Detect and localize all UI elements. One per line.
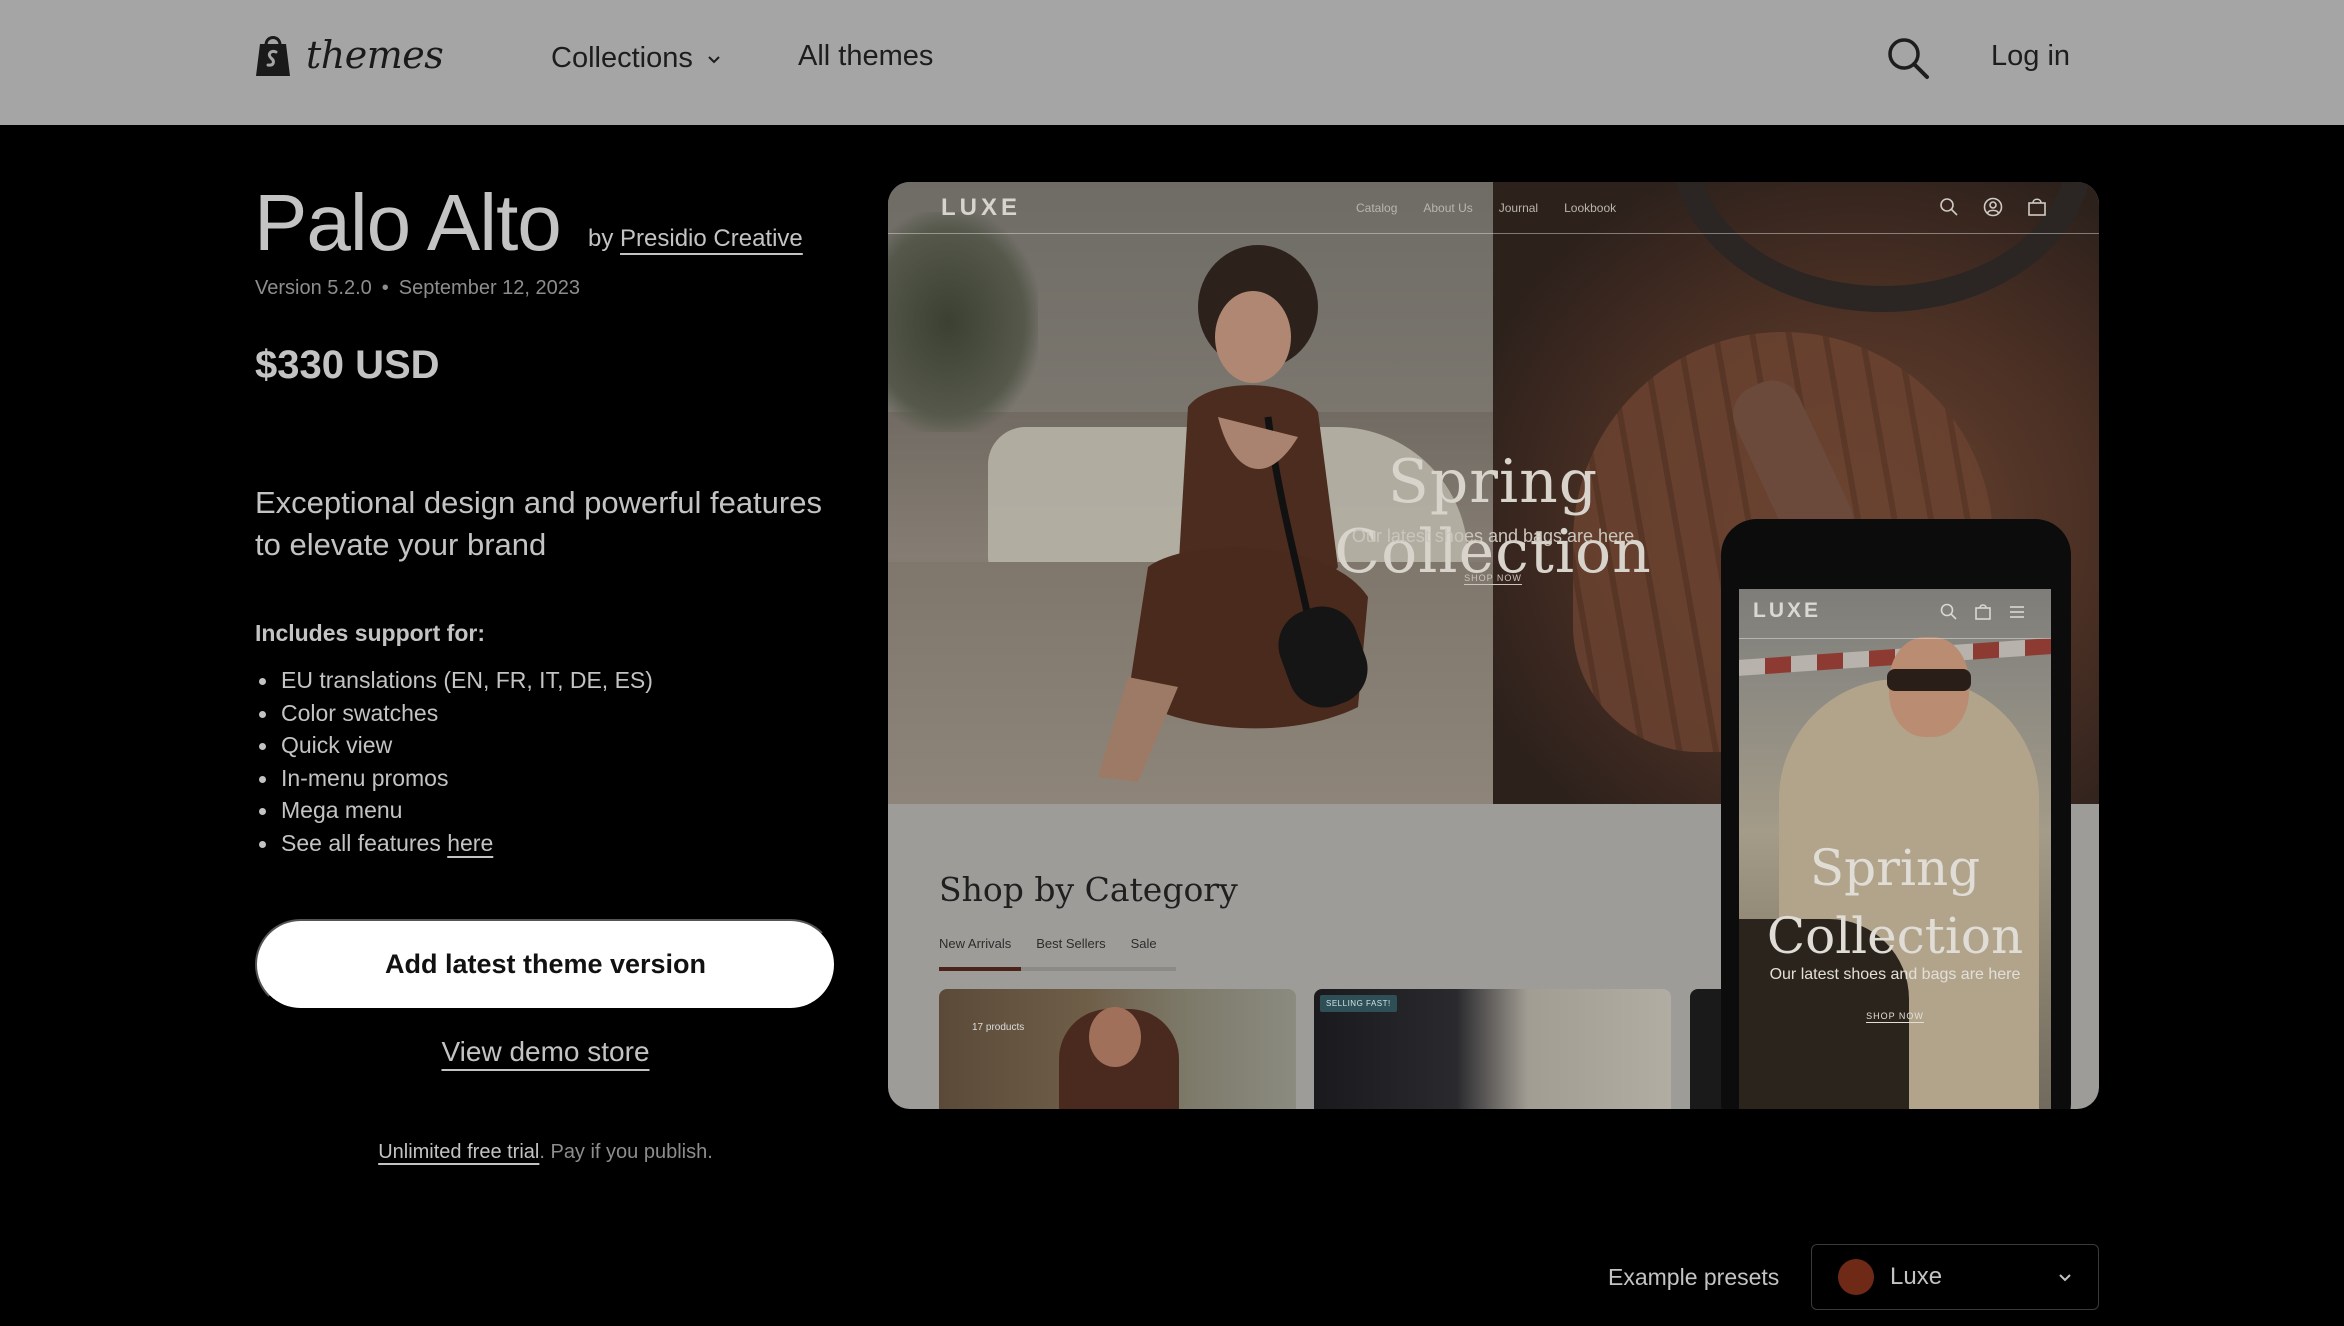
theme-title: Palo Alto <box>254 178 562 267</box>
preview-shop-now-link: SHOP NOW <box>1464 573 1522 585</box>
example-presets-label: Example presets <box>1608 1264 1780 1290</box>
preview-category-tabs: New Arrivals Best Sellers Sale <box>939 936 1157 951</box>
preview-tab: Best Sellers <box>1036 936 1106 951</box>
shopify-bag-icon <box>256 36 290 76</box>
all-themes-link[interactable]: All themes <box>798 40 933 73</box>
selling-fast-badge: SELLING FAST! <box>1320 995 1397 1012</box>
account-icon <box>1983 197 2003 217</box>
see-all-features-link[interactable]: here <box>447 830 493 856</box>
preview-header: LUXE Catalog About Us Journal Lookbook <box>888 182 2099 234</box>
chevron-down-icon <box>2059 1274 2071 1282</box>
preview-card-label: 17 products <box>972 1022 1025 1033</box>
search-icon[interactable] <box>1886 36 1930 80</box>
author-link[interactable]: Presidio Creative <box>620 225 803 252</box>
preview-menu-item: Catalog <box>1356 201 1398 215</box>
preview-tab: Sale <box>1130 936 1157 951</box>
preview-logo: LUXE <box>941 194 1022 221</box>
by-label: by <box>588 225 614 252</box>
search-icon <box>1940 198 1958 216</box>
preview-tab: New Arrivals <box>939 936 1012 951</box>
preview-category-card: 17 products <box>939 989 1296 1109</box>
support-heading: Includes support for: <box>255 620 485 646</box>
preset-color-swatch <box>1838 1259 1874 1295</box>
view-demo-store-link[interactable]: View demo store <box>441 1036 649 1067</box>
preview-section-title: Shop by Category <box>939 870 1238 909</box>
preview-hero-title: Spring Collection <box>1334 447 1652 587</box>
preset-dropdown[interactable]: Luxe <box>1811 1244 2099 1310</box>
theme-price: $330 USD <box>255 343 440 387</box>
hamburger-menu-icon <box>2010 606 2024 618</box>
feature-item: Quick view <box>255 729 653 762</box>
mobile-hero-title: Spring Collection <box>1739 834 2051 970</box>
collections-menu[interactable]: Collections <box>551 42 723 75</box>
trial-note: Unlimited free trial. Pay if you publish… <box>255 1141 836 1164</box>
theme-preview: LUXE Catalog About Us Journal Lookbook S… <box>888 182 2099 1109</box>
trial-note-text: . Pay if you publish. <box>539 1141 713 1163</box>
feature-item-see-all: See all features here <box>255 827 653 860</box>
mobile-preview: LUXE Spring Collection Our latest shoes … <box>1721 519 2071 1109</box>
free-trial-link[interactable]: Unlimited free trial <box>378 1141 539 1163</box>
version-number: Version 5.2.0 <box>255 277 372 299</box>
preview-header-icons <box>1938 196 2048 218</box>
preview-menu-item: Lookbook <box>1564 201 1617 215</box>
feature-list: EU translations (EN, FR, IT, DE, ES) Col… <box>255 664 653 859</box>
feature-item: Mega menu <box>255 794 653 827</box>
preview-hero-cta: SHOP NOW <box>1238 573 1748 585</box>
release-date: September 12, 2023 <box>398 277 581 299</box>
preview-menu-item: About Us <box>1423 201 1473 215</box>
chevron-down-icon <box>708 55 720 63</box>
see-all-text: See all features <box>281 829 448 856</box>
add-theme-button[interactable]: Add latest theme version <box>255 919 836 1010</box>
logo-text: themes <box>306 33 444 77</box>
preset-selected-value: Luxe <box>1890 1263 1943 1290</box>
cart-icon <box>2028 198 2046 216</box>
preview-category-card: SELLING FAST! <box>1314 989 1671 1109</box>
preview-menu-item: Journal <box>1498 201 1539 215</box>
mobile-header: LUXE <box>1739 589 2051 639</box>
mobile-title-line: Spring <box>1809 839 1981 897</box>
demo-link-wrapper: View demo store <box>255 1036 836 1068</box>
preview-menu: Catalog About Us Journal Lookbook <box>1356 201 1616 215</box>
feature-item: Color swatches <box>255 697 653 730</box>
mobile-shop-now-link: SHOP NOW <box>1866 1011 1924 1023</box>
version-separator: • <box>381 277 389 299</box>
search-icon <box>1940 603 1957 620</box>
author-line: by Presidio Creative <box>588 225 803 253</box>
shopify-themes-logo[interactable]: themes <box>254 30 444 80</box>
tab-active-indicator <box>939 967 1021 971</box>
theme-tagline: Exceptional design and powerful features… <box>255 485 822 562</box>
top-navigation: themes Collections All themes Log in <box>0 0 2344 125</box>
mobile-title-line: Collection <box>1766 907 2024 965</box>
mobile-screen: LUXE Spring Collection Our latest shoes … <box>1739 589 2051 1109</box>
login-link[interactable]: Log in <box>1991 40 2070 73</box>
mobile-hero-cta: SHOP NOW <box>1739 1011 2051 1023</box>
cart-icon <box>1975 604 1991 620</box>
mobile-logo: LUXE <box>1753 599 1822 622</box>
preview-hero-subtitle: Our latest shoes and bags are here <box>1351 526 1635 546</box>
collections-label: Collections <box>551 42 693 74</box>
mobile-header-icons <box>1939 602 2027 622</box>
mobile-hero-subtitle: Our latest shoes and bags are here <box>1769 966 2021 983</box>
version-info: Version 5.2.0 • September 12, 2023 <box>255 277 580 300</box>
feature-item: In-menu promos <box>255 762 653 795</box>
feature-item: EU translations (EN, FR, IT, DE, ES) <box>255 664 653 697</box>
